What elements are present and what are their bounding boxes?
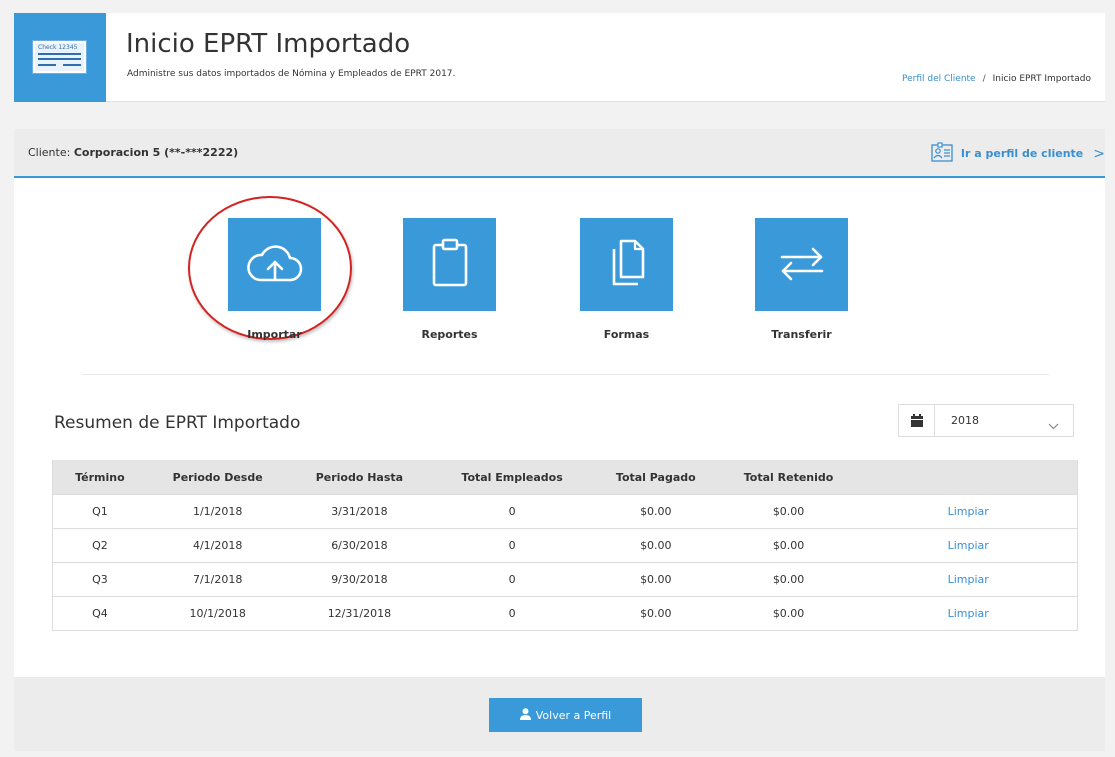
cell-total-withheld: $0.00: [772, 539, 805, 552]
client-name: Corporacion 5 (**-***2222): [73, 146, 239, 159]
main-panel: Cliente: Corporacion 5 (**-***2222) Ir a…: [14, 129, 1105, 751]
cloud-upload-icon: [244, 238, 306, 292]
summary-table: Término Periodo Desde Periodo Hasta Tota…: [52, 460, 1078, 631]
user-icon: [519, 707, 531, 723]
col-period-to: Periodo Hasta: [315, 470, 404, 484]
cell-term: Q2: [92, 539, 108, 552]
go-to-client-profile-link[interactable]: Ir a perfil de cliente >: [931, 142, 1105, 165]
col-total-withheld: Total Retenido: [743, 470, 834, 484]
page-subtitle: Administre sus datos importados de Nómin…: [127, 69, 456, 79]
transfer-button[interactable]: [755, 218, 848, 311]
cell-period-from: 10/1/2018: [189, 607, 246, 620]
cell-total-withheld: $0.00: [772, 573, 805, 586]
reports-action[interactable]: Reportes: [403, 218, 496, 341]
year-select[interactable]: 2018: [898, 404, 1074, 437]
import-button[interactable]: [228, 218, 321, 311]
forms-action[interactable]: Formas: [580, 218, 673, 341]
table-row: Q1 1/1/2018 3/31/2018 0 $0.00 $0.00 Limp…: [53, 494, 1077, 528]
back-to-profile-label: Volver a Perfil: [535, 708, 612, 722]
cell-period-from: 4/1/2018: [192, 539, 243, 552]
cell-term: Q4: [92, 607, 108, 620]
client-bar: Cliente: Corporacion 5 (**-***2222) Ir a…: [14, 129, 1105, 178]
transfer-action[interactable]: Transferir: [755, 218, 848, 341]
reports-button[interactable]: [403, 218, 496, 311]
check-icon: Check 12345: [32, 40, 87, 74]
table-row: Q3 7/1/2018 9/30/2018 0 $0.00 $0.00 Limp…: [53, 562, 1077, 596]
col-total-employees: Total Empleados: [461, 470, 563, 484]
section-divider: [82, 374, 1049, 375]
cell-total-paid: $0.00: [640, 505, 672, 518]
page-header: Check 12345 Inicio EPRT Importado Admini…: [14, 13, 1105, 102]
cell-total-paid: $0.00: [640, 573, 672, 586]
client-info: Cliente: Corporacion 5 (**-***2222): [28, 146, 238, 159]
calendar-icon: [899, 405, 935, 436]
chevron-down-icon: [1048, 415, 1059, 434]
cell-total-paid: $0.00: [640, 539, 672, 552]
back-to-profile-button[interactable]: Volver a Perfil: [489, 698, 642, 732]
cell-total-employees: 0: [508, 539, 516, 552]
cell-period-to: 9/30/2018: [331, 573, 388, 586]
forms-button[interactable]: [580, 218, 673, 311]
cell-total-withheld: $0.00: [772, 607, 805, 620]
summary-title: Resumen de EPRT Importado: [54, 413, 301, 433]
client-label: Cliente:: [28, 146, 71, 159]
table-row: Q2 4/1/2018 6/30/2018 0 $0.00 $0.00 Limp…: [53, 528, 1077, 562]
transfer-label: Transferir: [771, 328, 832, 341]
contact-card-icon: [931, 142, 953, 165]
profile-link-label: Ir a perfil de cliente: [960, 147, 1084, 160]
table-header: Término Periodo Desde Periodo Hasta Tota…: [53, 460, 1077, 494]
breadcrumb-current: Inicio EPRT Importado: [992, 74, 1091, 84]
clear-link[interactable]: Limpiar: [948, 505, 989, 518]
cell-total-employees: 0: [508, 607, 516, 620]
breadcrumb: Perfil del Cliente / Inicio EPRT Importado: [902, 74, 1091, 84]
col-term: Término: [75, 470, 125, 484]
cell-period-from: 7/1/2018: [192, 573, 243, 586]
cell-period-from: 1/1/2018: [192, 505, 243, 518]
col-total-paid: Total Pagado: [615, 470, 696, 484]
logo-text: Check 12345: [38, 44, 78, 51]
cell-total-employees: 0: [508, 573, 516, 586]
copy-icon: [607, 237, 647, 293]
chevron-right-icon: >: [1093, 145, 1105, 162]
cell-period-to: 12/31/2018: [327, 607, 392, 620]
forms-label: Formas: [603, 328, 650, 341]
cell-term: Q3: [92, 573, 108, 586]
col-period-from: Periodo Desde: [172, 470, 263, 484]
cell-total-employees: 0: [508, 505, 516, 518]
transfer-arrows-icon: [777, 243, 827, 287]
clear-link[interactable]: Limpiar: [948, 539, 989, 552]
table-row: Q4 10/1/2018 12/31/2018 0 $0.00 $0.00 Li…: [53, 596, 1077, 630]
footer-bar: Volver a Perfil: [14, 677, 1105, 751]
breadcrumb-client-profile-link[interactable]: Perfil del Cliente: [902, 74, 976, 84]
year-select-value: 2018: [951, 414, 979, 427]
clipboard-icon: [430, 237, 470, 293]
clear-link[interactable]: Limpiar: [948, 607, 989, 620]
clear-link[interactable]: Limpiar: [948, 573, 989, 586]
reports-label: Reportes: [421, 328, 478, 341]
cell-period-to: 3/31/2018: [331, 505, 388, 518]
cell-total-paid: $0.00: [640, 607, 672, 620]
cell-period-to: 6/30/2018: [331, 539, 388, 552]
import-label: Importar: [247, 328, 302, 341]
app-logo: Check 12345: [14, 13, 106, 102]
import-action[interactable]: Importar: [228, 218, 321, 341]
page-title: Inicio EPRT Importado: [126, 29, 411, 59]
cell-total-withheld: $0.00: [772, 505, 805, 518]
breadcrumb-separator: /: [982, 74, 986, 84]
cell-term: Q1: [92, 505, 108, 518]
